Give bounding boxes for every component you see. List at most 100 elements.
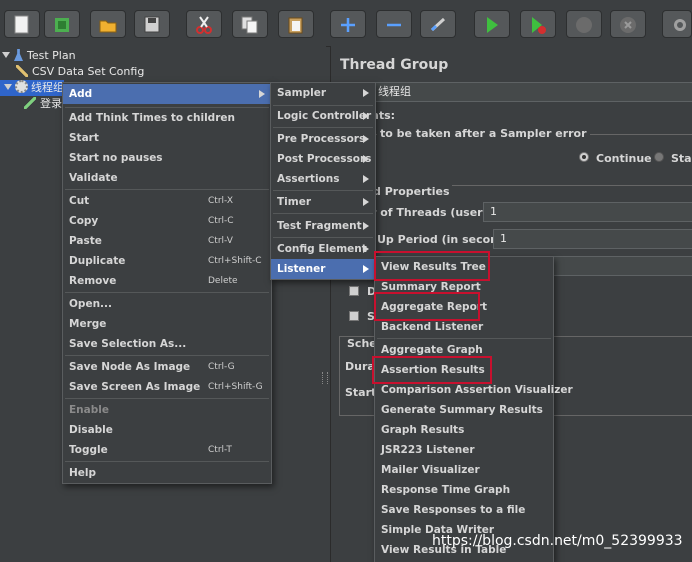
thread-properties-label: d Properties [371, 185, 452, 198]
menu-item-duplicate[interactable]: Duplicate Ctrl+Shift-C [63, 251, 271, 271]
listener-generate-summary[interactable]: Generate Summary Results [375, 400, 553, 420]
new-icon [14, 15, 29, 34]
submenu-arrow-icon [363, 198, 369, 206]
start-no-pause-button[interactable] [520, 10, 556, 38]
menu-item-save-node-image[interactable]: Save Node As Image Ctrl-G [63, 357, 271, 377]
listener-save-responses[interactable]: Save Responses to a file [375, 500, 553, 520]
listener-jsr223[interactable]: JSR223 Listener [375, 440, 553, 460]
cut-button[interactable] [186, 10, 222, 38]
expand-arrow-icon [4, 84, 12, 90]
open-button[interactable] [90, 10, 126, 38]
listener-mailer-visualizer[interactable]: Mailer Visualizer [375, 460, 553, 480]
start-label: Star [671, 152, 692, 165]
highlight-view-results-tree [374, 251, 490, 281]
add-submenu: Sampler Logic Controller Pre Processors … [270, 82, 376, 280]
stop-button[interactable] [566, 10, 602, 38]
submenu-item-sampler[interactable]: Sampler [271, 83, 375, 103]
menu-item-help[interactable]: Help [63, 463, 271, 483]
delay-checkbox[interactable] [349, 286, 359, 296]
menu-item-start[interactable]: Start [63, 128, 271, 148]
menu-item-start-no-pauses[interactable]: Start no pauses [63, 148, 271, 168]
tree-node-test-plan[interactable]: Test Plan [0, 48, 76, 64]
submenu-item-assertions[interactable]: Assertions [271, 169, 375, 189]
error-action-label: to be taken after a Sampler error [377, 127, 590, 140]
submenu-arrow-icon [363, 222, 369, 230]
watermark: https://blog.csdn.net/m0_52399933 [432, 533, 683, 549]
submenu-arrow-icon [363, 112, 369, 120]
threads-input[interactable]: 1 [483, 202, 692, 222]
menu-item-remove[interactable]: Remove Delete [63, 271, 271, 291]
submenu-item-listener[interactable]: Listener [271, 259, 375, 279]
name-field[interactable]: 线程组 [371, 82, 692, 102]
templates-icon [55, 18, 69, 32]
listener-response-time-graph[interactable]: Response Time Graph [375, 480, 553, 500]
shutdown-icon [620, 17, 636, 33]
menu-item-enable: Enable [69, 404, 109, 416]
submenu-item-timer[interactable]: Timer [271, 192, 375, 212]
submenu-arrow-icon [363, 155, 369, 163]
start-no-pause-icon [532, 17, 546, 34]
rampup-input[interactable]: 1 [493, 229, 692, 249]
submenu-arrow-icon [259, 90, 265, 98]
stop-icon [576, 17, 592, 33]
menu-item-save-screen-image[interactable]: Save Screen As Image Ctrl+Shift-G [63, 377, 271, 397]
menu-item-copy[interactable]: Copy Ctrl-C [63, 211, 271, 231]
menu-item-merge[interactable]: Merge [63, 314, 271, 334]
clear-button[interactable] [662, 10, 692, 38]
menu-item-add[interactable]: Add [63, 84, 271, 104]
new-button[interactable] [4, 10, 40, 38]
wrench-icon [16, 65, 28, 77]
submenu-arrow-icon [363, 89, 369, 97]
menu-item-cut[interactable]: Cut Ctrl-X [63, 191, 271, 211]
continue-label: Continue [596, 152, 652, 165]
clear-icon [674, 19, 686, 31]
splitter-grip[interactable] [322, 372, 328, 384]
highlight-aggregate-report [374, 292, 480, 321]
tree-node-csv-config[interactable]: CSV Data Set Config [16, 64, 144, 80]
threads-label: r of Threads (users): [371, 206, 499, 219]
tree-node-login[interactable]: 登录 [24, 96, 62, 112]
toggle-button[interactable] [420, 10, 456, 38]
tree-node-thread-group[interactable]: 线程组 [0, 80, 64, 96]
copy-button[interactable] [232, 10, 268, 38]
paste-icon [288, 17, 303, 34]
flask-icon [14, 49, 23, 61]
paste-button[interactable] [278, 10, 314, 38]
expand-button[interactable] [330, 10, 366, 38]
expand-arrow-icon [2, 52, 10, 58]
menu-item-toggle[interactable]: Toggle Ctrl-T [63, 440, 271, 460]
listener-graph-results[interactable]: Graph Results [375, 420, 553, 440]
submenu-item-test-fragment[interactable]: Test Fragment [271, 216, 375, 236]
highlight-assertion-results [372, 356, 492, 384]
toggle-icon [430, 17, 446, 32]
gear-icon [15, 80, 28, 93]
submenu-arrow-icon [363, 265, 369, 273]
menu-item-paste[interactable]: Paste Ctrl-V [63, 231, 271, 251]
shutdown-button[interactable] [610, 10, 646, 38]
toolbar [0, 0, 692, 47]
templates-button[interactable] [44, 10, 80, 38]
submenu-item-config-element[interactable]: Config Element [271, 239, 375, 259]
submenu-item-pre-processors[interactable]: Pre Processors [271, 129, 375, 149]
save-button[interactable] [134, 10, 170, 38]
menu-item-save-selection[interactable]: Save Selection As... [63, 334, 271, 354]
open-icon [99, 20, 117, 33]
submenu-item-post-processors[interactable]: Post Processors [271, 149, 375, 169]
menu-item-open[interactable]: Open... [63, 294, 271, 314]
context-menu: Add Add Think Times to children Start St… [62, 82, 272, 484]
menu-item-add-think-times[interactable]: Add Think Times to children [63, 108, 271, 128]
start-icon [487, 17, 498, 33]
cut-icon [196, 16, 212, 34]
start-button[interactable] [474, 10, 510, 38]
start-next-radio[interactable] [654, 152, 664, 162]
menu-item-disable[interactable]: Disable [63, 420, 271, 440]
continue-radio[interactable] [579, 152, 589, 162]
submenu-arrow-icon [363, 175, 369, 183]
scheduler-checkbox[interactable] [349, 311, 359, 321]
collapse-button[interactable] [376, 10, 412, 38]
collapse-icon [387, 23, 401, 27]
pipette-icon [24, 97, 36, 109]
submenu-item-logic-controller[interactable]: Logic Controller [271, 106, 375, 126]
submenu-arrow-icon [363, 135, 369, 143]
menu-item-validate[interactable]: Validate [63, 168, 271, 188]
